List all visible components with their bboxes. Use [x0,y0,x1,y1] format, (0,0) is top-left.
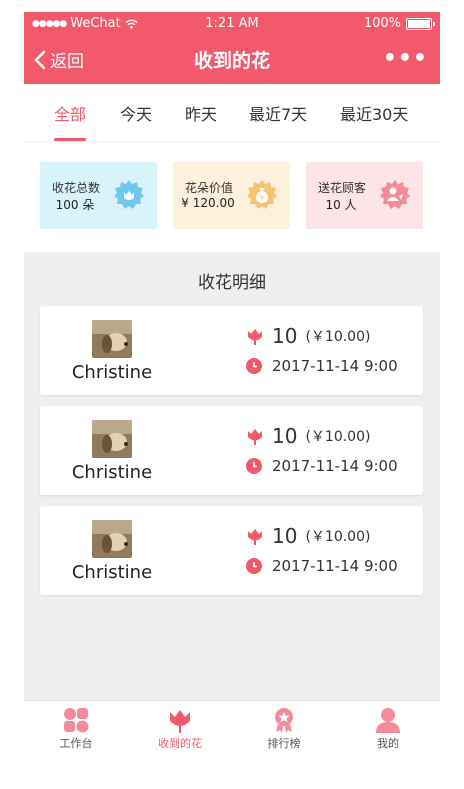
flower-price: (￥10.00) [305,429,371,445]
filter-tabs: 全部 今天 昨天 最近7天 最近30天 [24,84,440,142]
clock-icon [246,558,262,574]
stats-section: 收花总数 100 朵 花朵价值 ¥ 120.00 ¥ 送花顾客 10 人 [24,142,440,252]
clock-icon [246,358,262,374]
flower-count: 10 [272,524,298,548]
flower-detail-section: 收花明细 Christine 10 (￥10.00) 2017-11-14 9:… [24,252,440,700]
battery-icon [406,17,435,30]
stat-value: ¥ 120.00 [181,196,235,210]
back-label: 返回 [50,52,84,72]
flower-icon [170,710,190,733]
stat-value: 10 人 [325,198,357,212]
active-tab-indicator [54,138,86,141]
flower-price: (￥10.00) [305,529,371,545]
list-item[interactable]: Christine 10 (￥10.00) 2017-11-14 9:00 [40,306,423,395]
back-button[interactable]: 返回 [34,47,84,72]
customer-badge-icon [380,180,410,209]
flower-count-row: 10 (￥10.00) [246,424,370,448]
flower-count-row: 10 (￥10.00) [246,324,370,348]
tab-label: 工作台 [59,737,93,750]
list-item[interactable]: Christine 10 (￥10.00) 2017-11-14 9:00 [40,406,423,495]
tab-workbench[interactable]: 工作台 [24,707,128,751]
chevron-left-icon [34,50,46,69]
tab-all[interactable]: 全部 [54,101,86,125]
stat-label: 花朵价值 [185,181,234,195]
customer-name: Christine [71,462,153,483]
tab-label: 我的 [377,737,399,750]
section-title: 收花明细 [198,273,266,293]
flower-count: 10 [272,424,298,448]
tab-yesterday[interactable]: 昨天 [185,101,217,125]
record-time: 2017-11-14 9:00 [272,457,398,475]
flower-icon [248,329,262,345]
tab-last-7-days[interactable]: 最近7天 [249,101,307,125]
tab-label: 排行榜 [267,737,301,750]
clock-icon [246,458,262,474]
list-item[interactable]: Christine 10 (￥10.00) 2017-11-14 9:00 [40,506,423,595]
stat-label: 收花总数 [52,181,101,195]
record-time: 2017-11-14 9:00 [272,357,398,375]
time-row: 2017-11-14 9:00 [246,457,398,475]
flower-count-row: 10 (￥10.00) [246,524,370,548]
status-bar: ●●●●● WeChat 1:21 AM 100% [24,12,440,34]
record-time: 2017-11-14 9:00 [272,557,398,575]
customer-name: Christine [71,362,153,383]
stat-flower-value: 花朵价值 ¥ 120.00 ¥ [173,162,290,229]
flower-badge-icon [114,180,144,209]
nav-bar: 返回 收到的花 ••• [24,34,440,84]
tab-ranking[interactable]: 排行榜 [232,707,336,751]
stat-total-flowers: 收花总数 100 朵 [40,162,157,229]
status-right: 100% [363,16,435,31]
profile-icon [376,708,400,733]
flower-count: 10 [272,324,298,348]
page-title: 收到的花 [193,50,270,72]
avatar [92,520,132,558]
time-row: 2017-11-14 9:00 [246,557,398,575]
svg-text:¥: ¥ [260,194,265,202]
customer-name: Christine [71,562,153,583]
flower-icon [248,429,262,445]
stat-value: 100 朵 [55,198,95,212]
tab-received-flowers[interactable]: 收到的花 [128,707,232,751]
flower-icon [248,529,262,545]
avatar [92,320,132,358]
stat-customers: 送花顾客 10 人 [306,162,423,229]
stat-label: 送花顾客 [318,181,367,195]
flower-price: (￥10.00) [305,329,371,345]
more-button[interactable]: ••• [383,46,428,71]
workbench-icon [64,708,89,733]
tab-mine[interactable]: 我的 [336,707,440,751]
tab-label: 收到的花 [158,737,202,750]
avatar [92,420,132,458]
tab-today[interactable]: 今天 [120,101,152,125]
time-row: 2017-11-14 9:00 [246,357,398,375]
ranking-medal-icon [275,708,293,733]
tab-last-30-days[interactable]: 最近30天 [340,101,408,125]
bottom-tab-bar: 工作台 收到的花 排行榜 我的 [24,700,440,760]
battery-percent: 100% [363,16,401,31]
phone-screen: ●●●●● WeChat 1:21 AM 100% 返回 收到的花 ••• 全部… [24,12,440,760]
money-bag-badge-icon: ¥ [247,180,277,209]
